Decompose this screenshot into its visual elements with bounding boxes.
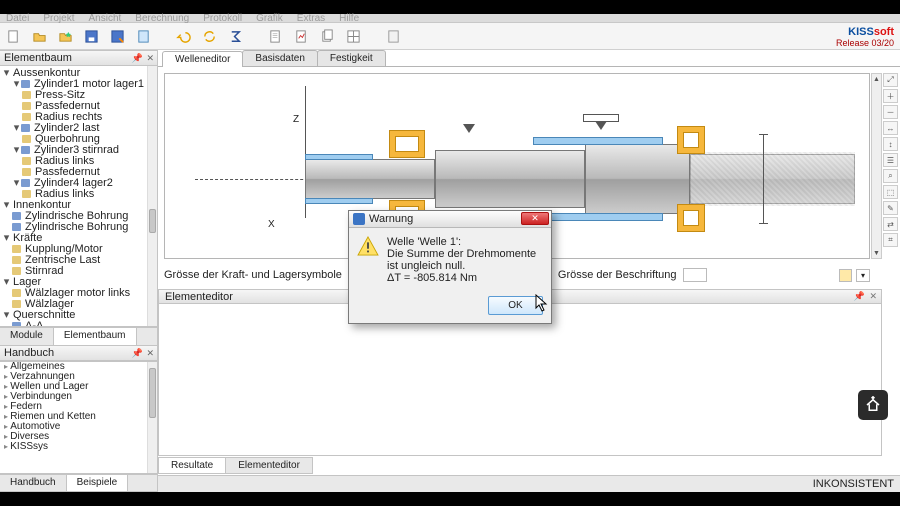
tool-icon[interactable]: ↕ (883, 137, 898, 151)
result-tabs: Resultate Elementeditor (158, 457, 312, 474)
elementbaum-title: Elementbaum 📌 ✕ (0, 50, 158, 66)
module-tabs: Module Elementbaum (0, 327, 158, 345)
tab-beispiele[interactable]: Beispiele (67, 475, 129, 491)
refresh-icon[interactable] (200, 27, 218, 45)
axis-x-label: X (268, 219, 275, 230)
tab-welleneditor[interactable]: Welleneditor (162, 51, 243, 67)
menu-berechnung[interactable]: Berechnung (135, 13, 189, 24)
status-text: INKONSISTENT (813, 478, 894, 490)
dialog-icon (353, 213, 365, 225)
close-icon[interactable]: ✕ (146, 348, 154, 359)
chevron-down-icon[interactable]: ▾ (856, 269, 870, 282)
tool-icon[interactable]: ⌗ (883, 233, 898, 247)
main-tabs: Welleneditor Basisdaten Festigkeit (158, 50, 900, 67)
tree-scrollbar[interactable] (147, 66, 157, 326)
zoom-in-icon[interactable]: ＋ (883, 89, 898, 103)
tool-icon[interactable]: ⌕ (883, 169, 898, 183)
menu-bar: Datei Projekt Ansicht Berechnung Protoko… (0, 14, 900, 23)
sigma-icon[interactable] (226, 27, 244, 45)
tool-icon[interactable]: ⇄ (883, 217, 898, 231)
color-swatch[interactable] (839, 269, 852, 282)
copy-icon[interactable] (318, 27, 336, 45)
view-tools: ⤢ ＋ － ↔ ↕ ☰ ⌕ ⬚ ✎ ⇄ ⌗ (883, 73, 900, 247)
text-size-label: Grösse der Beschriftung (558, 269, 677, 281)
chart-icon[interactable] (292, 27, 310, 45)
element-tree[interactable]: ▾Aussenkontur ▾Zylinder1 motor lager1 Pr… (0, 66, 158, 327)
doc-icon[interactable] (384, 27, 402, 45)
new-icon[interactable] (4, 27, 22, 45)
handbuch-tabs: Handbuch Beispiele (0, 474, 158, 492)
dialog-close-button[interactable]: ✕ (521, 212, 549, 225)
favorite-icon[interactable] (56, 27, 74, 45)
undo-icon[interactable] (174, 27, 192, 45)
tab-module[interactable]: Module (0, 328, 54, 345)
bearing-icon (389, 130, 425, 158)
tool-icon[interactable]: ☰ (883, 153, 898, 167)
save-icon[interactable] (82, 27, 100, 45)
axis-z-label: Z (293, 114, 299, 125)
handbuch-panel: Allgemeines Verzahnungen Wellen und Lage… (0, 361, 158, 474)
grid-icon[interactable] (344, 27, 362, 45)
saveas-icon[interactable] (108, 27, 126, 45)
tab-elementbaum[interactable]: Elementbaum (54, 328, 137, 345)
bearing-icon (677, 126, 705, 154)
home-button[interactable] (858, 390, 888, 420)
close-icon[interactable]: ✕ (146, 53, 154, 64)
handbuch-title: Handbuch 📌 ✕ (0, 345, 158, 361)
tab-handbuch[interactable]: Handbuch (0, 475, 67, 491)
menu-extras[interactable]: Extras (297, 13, 325, 24)
handbuch-list[interactable]: Allgemeines Verzahnungen Wellen und Lage… (0, 362, 157, 452)
tab-festigkeit[interactable]: Festigkeit (317, 50, 386, 66)
bearing-icon (677, 204, 705, 232)
zoom-out-icon[interactable]: － (883, 105, 898, 119)
close-icon[interactable]: ✕ (869, 291, 877, 302)
open-icon[interactable] (30, 27, 48, 45)
text-size-input[interactable] (683, 268, 707, 282)
warning-icon (357, 236, 379, 256)
menu-projekt[interactable]: Projekt (43, 13, 74, 24)
menu-protokoll[interactable]: Protokoll (203, 13, 242, 24)
report-icon[interactable] (266, 27, 284, 45)
tab-resultate[interactable]: Resultate (158, 457, 226, 474)
menu-datei[interactable]: Datei (6, 13, 29, 24)
tool-icon[interactable]: ↔ (883, 121, 898, 135)
ok-button[interactable]: OK (488, 296, 543, 315)
canvas-scrollbar[interactable]: ▲▼ (871, 73, 882, 259)
menu-hilfe[interactable]: Hilfe (339, 13, 359, 24)
elementeditor-body (158, 304, 882, 456)
status-bar: INKONSISTENT (158, 475, 900, 492)
hb-item: KISSsys (0, 442, 157, 452)
release-label: Release 03/20 (836, 38, 894, 48)
pin-icon[interactable]: 📌 (132, 348, 143, 359)
tab-basisdaten[interactable]: Basisdaten (242, 50, 317, 66)
zoom-fit-icon[interactable]: ⤢ (883, 73, 898, 87)
menu-grafik[interactable]: Grafik (256, 13, 283, 24)
menu-ansicht[interactable]: Ansicht (88, 13, 121, 24)
handbuch-scrollbar[interactable] (147, 362, 157, 473)
dialog-message: Welle 'Welle 1': Die Summe der Drehmomen… (387, 236, 543, 284)
tool-icon[interactable]: ⬚ (883, 185, 898, 199)
calc-icon[interactable] (134, 27, 152, 45)
toolbar: KISSsoft Release 03/20 (0, 23, 900, 50)
dialog-title: Warnung (369, 213, 413, 225)
pin-icon[interactable]: 📌 (132, 53, 143, 64)
brand-logo: KISSsoft (848, 22, 894, 39)
symbol-size-label: Grösse der Kraft- und Lagersymbole (164, 269, 342, 281)
tool-icon[interactable]: ✎ (883, 201, 898, 215)
pin-icon[interactable]: 📌 (854, 291, 865, 302)
tab-elementeditor[interactable]: Elementeditor (225, 457, 313, 474)
warning-dialog: Warnung ✕ Welle 'Welle 1': Die Summe der… (348, 210, 552, 324)
